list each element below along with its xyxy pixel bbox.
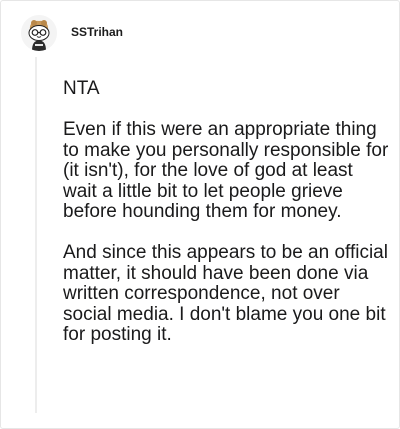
comment-body: NTA Even if this were an appropriate thi…: [63, 78, 389, 366]
comment-paragraph: NTA: [63, 78, 100, 99]
comment-paragraph: Even if this were an appropriate thing t…: [63, 119, 389, 223]
comment-username[interactable]: SSTrihan: [71, 25, 123, 39]
comment-header: SSTrihan: [21, 15, 123, 51]
thread-collapse-line[interactable]: [35, 57, 37, 413]
comment-card: SSTrihan NTA Even if this were an approp…: [0, 0, 400, 429]
user-avatar[interactable]: [21, 15, 57, 51]
snoo-avatar-icon: [21, 15, 57, 51]
comment-paragraph: And since this appears to be an official…: [63, 242, 388, 346]
